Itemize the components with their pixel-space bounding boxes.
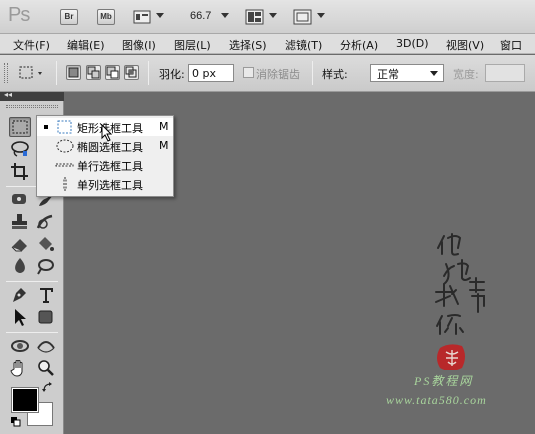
- 3d-orbit-tool-button[interactable]: [35, 336, 57, 356]
- bridge-button[interactable]: Br: [60, 9, 78, 25]
- rectangle-tool-button[interactable]: [35, 307, 57, 327]
- toolbox-header[interactable]: ◂◂: [0, 90, 64, 101]
- arrange-dropdown-caret[interactable]: [269, 13, 277, 18]
- zoom-level[interactable]: 66.7: [190, 10, 211, 22]
- ellipse-marquee-icon: [55, 139, 75, 153]
- crop-tool-button[interactable]: [9, 161, 31, 181]
- style-label: 样式:: [322, 68, 348, 81]
- menu-image[interactable]: 图像(I): [122, 37, 156, 53]
- toolbox-separator: [6, 332, 58, 333]
- flyout-item-label: 单列选框工具: [77, 179, 143, 192]
- lasso-tool-button[interactable]: [9, 139, 31, 159]
- menu-layer[interactable]: 图层(L): [174, 37, 211, 53]
- watermark-url: www.tata580.com: [386, 393, 487, 407]
- menu-window[interactable]: 窗口: [500, 37, 522, 53]
- single-row-marquee-icon: [55, 158, 75, 172]
- mini-bridge-button[interactable]: Mb: [97, 9, 115, 25]
- default-colors-icon[interactable]: [10, 416, 22, 431]
- menu-edit[interactable]: 编辑(E): [67, 37, 105, 53]
- 3d-rotate-tool-button[interactable]: [9, 336, 31, 356]
- feather-input[interactable]: [188, 64, 234, 82]
- width-input[interactable]: [485, 64, 525, 82]
- options-separator: [312, 61, 313, 85]
- flyout-item-label: 单行选框工具: [77, 160, 143, 173]
- add-to-selection-icon[interactable]: [86, 65, 101, 80]
- options-separator: [56, 61, 57, 85]
- width-label: 宽度:: [453, 68, 479, 81]
- zoom-dropdown-caret[interactable]: [221, 13, 229, 18]
- rect-marquee-icon: [55, 120, 75, 134]
- tool-preset-picker-icon[interactable]: [18, 64, 46, 85]
- menu-bar: 文件(F) 编辑(E) 图像(I) 图层(L) 选择(S) 滤镜(T) 分析(A…: [0, 34, 535, 54]
- options-bar: 羽化: 消除锯齿 样式: 正常 宽度:: [0, 55, 535, 92]
- selected-bullet-icon: [44, 125, 48, 129]
- pen-tool-button[interactable]: [9, 285, 31, 305]
- watermark-site-name: PS教程网: [414, 374, 474, 388]
- intersect-selection-icon[interactable]: [124, 65, 139, 80]
- zoom-tool-button[interactable]: [35, 358, 57, 378]
- menu-file[interactable]: 文件(F): [13, 37, 50, 53]
- toolbox-separator: [6, 281, 58, 282]
- menu-select[interactable]: 选择(S): [229, 37, 267, 53]
- antialias-label: 消除锯齿: [256, 68, 300, 81]
- flyout-item-single-column-marquee[interactable]: 单列选框工具: [37, 175, 173, 193]
- style-select-value: 正常: [377, 68, 399, 81]
- flyout-item-single-row-marquee[interactable]: 单行选框工具: [37, 156, 173, 174]
- style-select[interactable]: 正常: [370, 64, 444, 82]
- swap-colors-icon[interactable]: [42, 382, 54, 397]
- path-selection-tool-button[interactable]: [9, 307, 31, 327]
- feather-label: 羽化:: [159, 68, 185, 81]
- flyout-item-shortcut: M: [159, 120, 169, 133]
- extras-dropdown-caret[interactable]: [156, 13, 164, 18]
- toolbox-grip[interactable]: [6, 105, 58, 108]
- menu-3d[interactable]: 3D(D): [396, 37, 429, 50]
- dodge-tool-button[interactable]: [35, 256, 57, 276]
- antialias-checkbox[interactable]: [243, 67, 254, 78]
- menu-filter[interactable]: 滤镜(T): [285, 37, 322, 53]
- paint-bucket-tool-button[interactable]: [35, 234, 57, 254]
- menu-view[interactable]: 视图(V): [446, 37, 484, 53]
- eraser-tool-button[interactable]: [9, 234, 31, 254]
- history-brush-tool-button[interactable]: [35, 212, 57, 232]
- foreground-color-swatch[interactable]: [11, 387, 39, 413]
- hand-tool-button[interactable]: [9, 358, 31, 378]
- marquee-tool-button[interactable]: [9, 117, 31, 137]
- photoshop-logo: Ps: [8, 4, 30, 26]
- chevron-down-icon: [430, 71, 438, 76]
- blur-tool-button[interactable]: [9, 256, 31, 276]
- options-separator: [148, 61, 149, 85]
- subtract-from-selection-icon[interactable]: [105, 65, 120, 80]
- screen-mode-dropdown-caret[interactable]: [317, 13, 325, 18]
- menu-analysis[interactable]: 分析(A): [340, 37, 378, 53]
- application-bar: Ps Br Mb 66.7: [0, 0, 535, 34]
- mouse-cursor-icon: [101, 123, 113, 145]
- arrange-documents-icon[interactable]: [245, 9, 265, 28]
- new-selection-icon[interactable]: [66, 65, 81, 80]
- extras-icon[interactable]: [133, 9, 153, 28]
- screen-mode-icon[interactable]: [293, 9, 313, 28]
- clone-stamp-tool-button[interactable]: [9, 212, 31, 232]
- single-column-marquee-icon: [55, 177, 75, 191]
- type-tool-button[interactable]: [35, 285, 57, 305]
- spot-healing-tool-button[interactable]: [9, 190, 31, 210]
- collapse-panel-icon[interactable]: ◂◂: [4, 90, 12, 99]
- options-bar-grip[interactable]: [4, 63, 8, 83]
- flyout-item-shortcut: M: [159, 139, 169, 152]
